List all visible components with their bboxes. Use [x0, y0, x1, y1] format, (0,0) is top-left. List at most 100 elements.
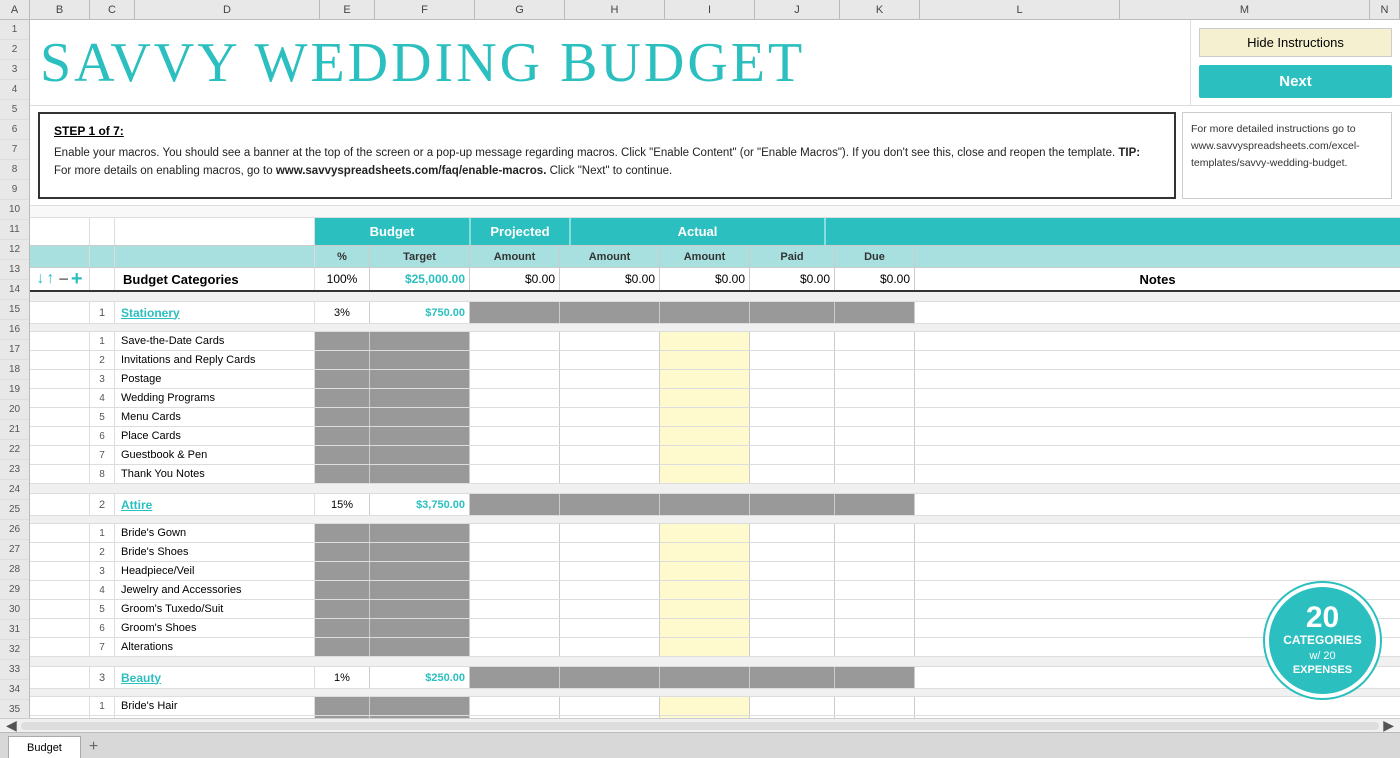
instr-url1: www.savvyspreadsheets.com/faq/enable-mac…: [276, 165, 547, 177]
totals-paid: $0.00: [750, 268, 835, 290]
main-content: SAVVY WEDDING BUDGET Hide Instructions N…: [30, 20, 1400, 718]
row-attire-7: 7 Alterations: [30, 638, 1400, 657]
budget-categories-label: Budget Categories: [115, 268, 315, 290]
badge-expenses: EXPENSES: [1293, 663, 1352, 677]
arrows-cell-h10: [30, 218, 90, 245]
col-G: G: [475, 0, 565, 19]
row-beauty-2: 2 Bride's Makeup: [30, 716, 1400, 718]
totals-act: $0.00: [660, 268, 750, 290]
app-title: SAVVY WEDDING BUDGET: [40, 31, 805, 95]
stationery-item3: Postage: [115, 370, 315, 388]
minus-icon[interactable]: −: [58, 269, 69, 290]
badge-categories: CATEGORIES: [1283, 633, 1361, 649]
col-C: C: [90, 0, 135, 19]
act-amount-subheader: Amount: [660, 246, 750, 267]
row-attire-5: 5 Groom's Tuxedo/Suit: [30, 600, 1400, 619]
badge-num: 20: [1306, 603, 1339, 633]
row-attire-3: 3 Headpiece/Veil: [30, 562, 1400, 581]
cat-cell-h10: [115, 218, 315, 245]
instructions-body: Enable your macros. You should see a ban…: [54, 144, 1160, 181]
spacer-36: [30, 689, 1400, 697]
row-stationery-2: 2 Invitations and Reply Cards: [30, 351, 1400, 370]
instr-text1: Enable your macros. You should see a ban…: [54, 147, 1118, 159]
horizontal-scrollbar[interactable]: ◀ ▶: [0, 718, 1400, 732]
stationery-item1: Save-the-Date Cards: [115, 332, 315, 350]
arrow-controls: ↓ ↑ − +: [30, 268, 90, 290]
stationery-item2: Invitations and Reply Cards: [115, 351, 315, 369]
row-attire-2: 2 Bride's Shoes: [30, 543, 1400, 562]
col-H: H: [565, 0, 665, 19]
col-K: K: [840, 0, 920, 19]
row-numbers: 1 2 3 4 5 6 7 8 9 10 11 12 13 14 15 16 1…: [0, 20, 30, 718]
col-L: L: [920, 0, 1120, 19]
attire-target: $3,750.00: [370, 494, 470, 515]
instructions-box: STEP 1 of 7: Enable your macros. You sho…: [38, 112, 1176, 199]
proj-amount-subheader: Amount: [560, 246, 660, 267]
column-headers: A B C D E F G H I J K L M N: [0, 0, 1400, 20]
amount-subheader: Amount: [470, 246, 560, 267]
add-sheet-button[interactable]: +: [81, 736, 106, 758]
spacer-26: [30, 516, 1400, 524]
due-subheader: Due: [835, 246, 915, 267]
row-beauty-1: 1 Bride's Hair: [30, 697, 1400, 716]
badge: 20 CATEGORIES w/ 20 EXPENSES: [1265, 583, 1380, 698]
col-D: D: [135, 0, 320, 19]
more-info-box: For more detailed instructions go to www…: [1182, 112, 1392, 199]
attire-label: Attire: [115, 494, 315, 515]
notes-header-top: [825, 218, 1400, 245]
totals-due: $0.00: [835, 268, 915, 290]
spacer-34: [30, 657, 1400, 667]
col-A: A: [0, 0, 30, 19]
col-J: J: [755, 0, 840, 19]
badge-w: w/ 20: [1309, 649, 1335, 663]
col-I: I: [665, 0, 755, 19]
row-stationery-5: 5 Menu Cards: [30, 408, 1400, 427]
hide-instructions-button[interactable]: Hide Instructions: [1199, 28, 1392, 57]
beauty-label: Beauty: [115, 667, 315, 688]
num-cell-h10: [90, 218, 115, 245]
grid-header-row12: ↓ ↑ − + Budget Categories 100% $25,000.0…: [30, 268, 1400, 292]
stationery-item5: Menu Cards: [115, 408, 315, 426]
next-button[interactable]: Next: [1199, 65, 1392, 98]
row-stationery-6: 6 Place Cards: [30, 427, 1400, 446]
row-attire-cat: 2 Attire 15% $3,750.00: [30, 494, 1400, 516]
step-label: STEP 1 of 7:: [54, 124, 1160, 138]
target-subheader: Target: [370, 246, 470, 267]
col-F: F: [375, 0, 475, 19]
beauty-pct: 1%: [315, 667, 370, 688]
row-attire-1: 1 Bride's Gown: [30, 524, 1400, 543]
arrow-down-icon[interactable]: ↓: [36, 270, 44, 288]
row-stationery-cat: 1 Stationery 3% $750.00: [30, 302, 1400, 324]
grid-header-row10: Budget Projected Actual: [30, 218, 1400, 246]
totals-amount: $0.00: [470, 268, 560, 290]
stationery-label: Stationery: [115, 302, 315, 323]
totals-target: $25,000.00: [370, 268, 470, 290]
stationery-pct: 3%: [315, 302, 370, 323]
spacer-13: [30, 292, 1400, 302]
stationery-item6: Place Cards: [115, 427, 315, 445]
spacer-15: [30, 324, 1400, 332]
paid-subheader: Paid: [750, 246, 835, 267]
spreadsheet: A B C D E F G H I J K L M N 1 2 3 4 5 6 …: [0, 0, 1400, 758]
row-attire-6: 6 Groom's Shoes: [30, 619, 1400, 638]
col-B: B: [30, 0, 90, 19]
budget-header: Budget: [315, 218, 470, 245]
title-area: SAVVY WEDDING BUDGET: [30, 20, 1190, 106]
budget-tab[interactable]: Budget: [8, 736, 81, 758]
notes-col-label: Notes: [915, 268, 1400, 290]
col-N: N: [1370, 0, 1400, 19]
badge-num2: 20: [1323, 650, 1335, 662]
plus-icon[interactable]: +: [71, 268, 83, 291]
col-M: M: [1120, 0, 1370, 19]
instr-text2: Click "Next" to continue.: [546, 165, 672, 177]
pct-subheader: %: [315, 246, 370, 267]
row-beauty-cat: 3 Beauty 1% $250.00: [30, 667, 1400, 689]
spacer-24: [30, 484, 1400, 494]
stationery-item4: Wedding Programs: [115, 389, 315, 407]
col-E: E: [320, 0, 375, 19]
row-stationery-4: 4 Wedding Programs: [30, 389, 1400, 408]
arrow-up-icon[interactable]: ↑: [46, 270, 54, 288]
notes-subheader: [915, 246, 1400, 267]
stationery-item8: Thank You Notes: [115, 465, 315, 483]
totals-proj: $0.00: [560, 268, 660, 290]
